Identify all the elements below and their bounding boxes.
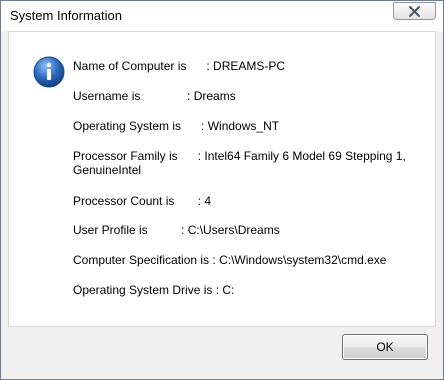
ok-button[interactable]: OK: [342, 334, 428, 360]
message-area: Name of Computer is : DREAMS-PC Username…: [8, 31, 436, 327]
system-information-dialog: System Information Name of Computer is :…: [0, 0, 444, 380]
button-bar: OK: [8, 327, 436, 371]
dialog-title: System Information: [10, 8, 122, 23]
user-profile-line: User Profile is : C:\Users\Dreams: [73, 223, 280, 237]
close-button[interactable]: [393, 2, 436, 20]
computer-name-line: Name of Computer is : DREAMS-PC: [73, 59, 286, 73]
username-line: Username is : Dreams: [73, 89, 236, 103]
close-icon: [409, 6, 420, 17]
operating-system-line: Operating System is : Windows_NT: [73, 119, 280, 133]
information-icon: [33, 56, 65, 88]
processor-family-line: Processor Family is : Intel64 Family 6 M…: [73, 149, 410, 177]
processor-count-line: Processor Count is : 4: [73, 194, 212, 208]
title-bar[interactable]: System Information: [1, 1, 443, 31]
computer-specification-line: Computer Specification is : C:\Windows\s…: [73, 253, 387, 267]
system-drive-line: Operating System Drive is : C:: [73, 283, 235, 297]
